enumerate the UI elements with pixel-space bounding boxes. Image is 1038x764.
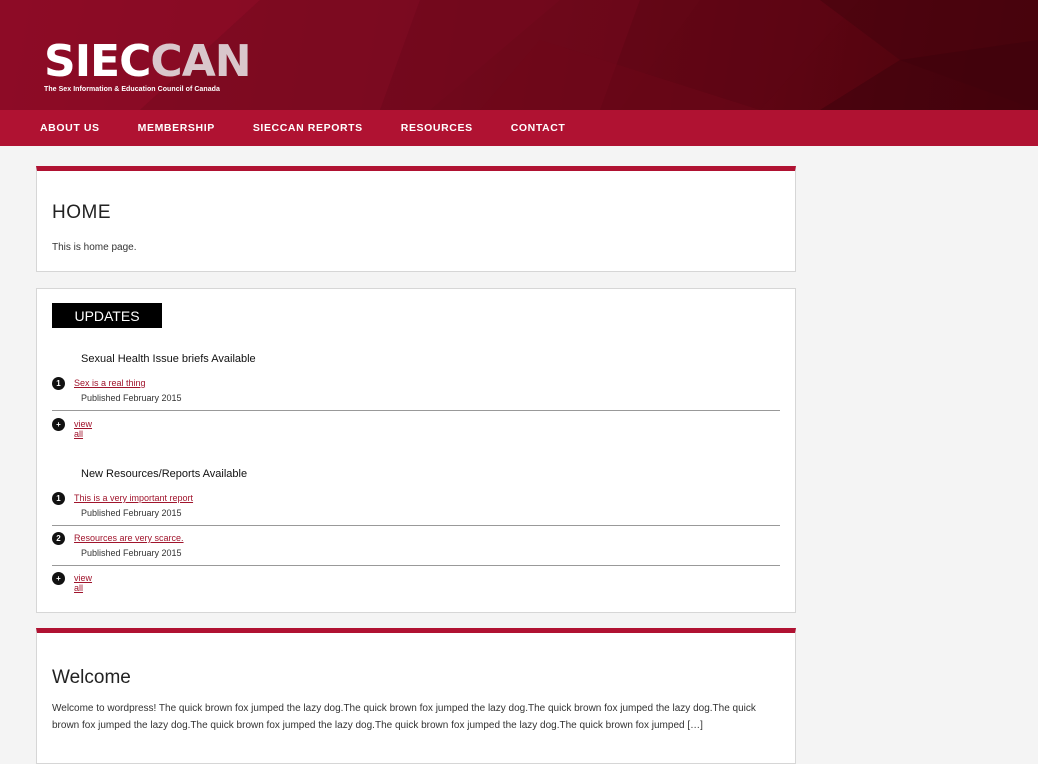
published-date: Published February 2015: [81, 393, 182, 403]
welcome-text: Welcome to wordpress! The quick brown fo…: [52, 703, 756, 731]
number-badge: 1: [52, 492, 65, 505]
update-link[interactable]: Sex is a real thing: [74, 378, 146, 388]
main-nav: ABOUT US MEMBERSHIP SIECCAN REPORTS RESO…: [0, 110, 1038, 146]
nav-resources[interactable]: RESOURCES: [401, 122, 473, 134]
sieccan-logo[interactable]: SIECCAN The Sex Information & Education …: [44, 36, 252, 94]
divider: [52, 565, 780, 566]
divider: [52, 525, 780, 526]
plus-circle-icon: +: [52, 418, 65, 431]
logo-wordmark: SIECCAN: [44, 36, 252, 87]
page-title: HOME: [52, 202, 111, 223]
logo-tagline: The Sex Information & Education Council …: [44, 86, 220, 93]
update-group-title: Sexual Health Issue briefs Available: [81, 353, 256, 365]
welcome-panel: Welcome Welcome to wordpress! The quick …: [36, 628, 796, 764]
nav-contact[interactable]: CONTACT: [511, 122, 566, 134]
published-date: Published February 2015: [81, 508, 182, 518]
updates-panel: UPDATES Sexual Health Issue briefs Avail…: [36, 288, 796, 613]
published-date: Published February 2015: [81, 548, 182, 558]
nav-membership[interactable]: MEMBERSHIP: [138, 122, 215, 134]
plus-circle-icon: +: [52, 572, 65, 585]
welcome-title: Welcome: [52, 667, 131, 688]
divider: [52, 410, 780, 411]
update-link[interactable]: This is a very important report: [74, 493, 193, 503]
view-all-link[interactable]: view all: [74, 573, 92, 593]
nav-sieccan-reports[interactable]: SIECCAN REPORTS: [253, 122, 363, 134]
update-link[interactable]: Resources are very scarce.: [74, 533, 184, 543]
site-header: SIECCAN The Sex Information & Education …: [0, 0, 1038, 110]
number-badge: 1: [52, 377, 65, 390]
updates-heading: UPDATES: [52, 303, 162, 328]
number-badge: 2: [52, 532, 65, 545]
home-text: This is home page.: [52, 242, 137, 253]
nav-about-us[interactable]: ABOUT US: [40, 122, 100, 134]
update-group-title: New Resources/Reports Available: [81, 468, 248, 480]
view-all-link[interactable]: view all: [74, 419, 92, 439]
home-panel: HOME This is home page.: [36, 166, 796, 272]
